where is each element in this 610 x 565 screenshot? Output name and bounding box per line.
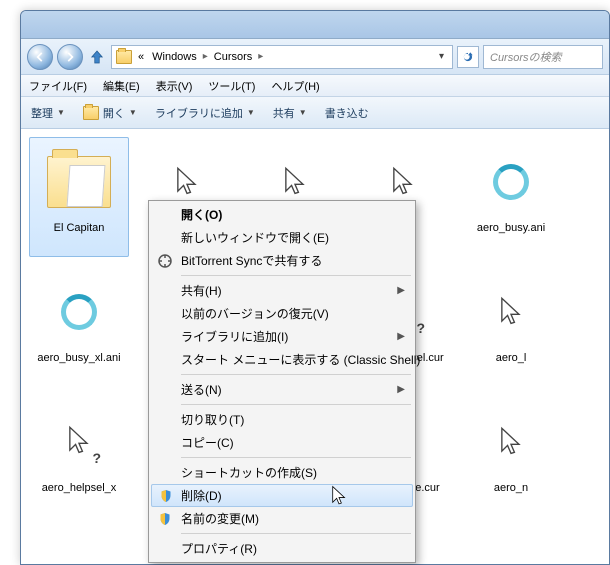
addlib-button[interactable]: ライブラリに追加 ▼ xyxy=(155,105,255,121)
open-button[interactable]: 開く ▼ xyxy=(83,105,137,121)
ctx-copy[interactable]: コピー(C) xyxy=(151,431,413,454)
submenu-arrow-icon: ▶ xyxy=(397,285,405,296)
ctx-restore[interactable]: 以前のバージョンの復元(V) xyxy=(151,302,413,325)
busy-ring-icon xyxy=(493,164,529,200)
menu-edit[interactable]: 編集(E) xyxy=(103,78,140,94)
file-item[interactable]: aero_l xyxy=(461,267,561,387)
address-dropdown[interactable]: ▾ xyxy=(435,51,448,62)
file-label: El Capitan xyxy=(50,222,109,235)
up-button[interactable] xyxy=(87,47,107,67)
ctx-btsync[interactable]: BitTorrent Syncで共有する xyxy=(151,249,413,272)
shield-icon xyxy=(158,488,174,504)
file-item[interactable]: El Capitan xyxy=(29,137,129,257)
refresh-button[interactable] xyxy=(457,46,479,68)
ctx-shortcut[interactable]: ショートカットの作成(S) xyxy=(151,461,413,484)
cursor-arrow-icon xyxy=(175,166,199,198)
ctx-props[interactable]: プロパティ(R) xyxy=(151,537,413,560)
search-placeholder: Cursorsの検索 xyxy=(490,49,562,65)
refresh-icon xyxy=(461,50,475,64)
search-input[interactable]: Cursorsの検索 xyxy=(483,45,603,69)
ctx-open-newwin[interactable]: 新しいウィンドウで開く(E) xyxy=(151,226,413,249)
file-label: aero_busy.ani xyxy=(473,222,549,235)
titlebar[interactable] xyxy=(21,11,609,39)
cursor-arrow-icon xyxy=(391,166,415,198)
menu-help[interactable]: ヘルプ(H) xyxy=(271,78,319,94)
cursor-arrow-icon xyxy=(499,296,523,328)
file-item[interactable]: aero_busy.ani xyxy=(461,137,561,257)
share-button[interactable]: 共有 ▼ xyxy=(273,105,307,121)
sync-icon xyxy=(157,253,173,269)
address-bar[interactable]: « Windows ▸ Cursors ▸ ▾ xyxy=(111,45,453,69)
arrow-right-icon xyxy=(63,50,77,64)
folder-icon xyxy=(116,50,132,64)
folder-icon xyxy=(83,106,99,120)
ctx-delete[interactable]: 削除(D) xyxy=(151,484,413,507)
arrow-up-icon xyxy=(88,48,106,66)
file-label: aero_helpsel_x xyxy=(38,482,121,495)
breadcrumb-item[interactable]: Cursors xyxy=(212,51,255,63)
ctx-cut[interactable]: 切り取り(T) xyxy=(151,408,413,431)
file-item[interactable]: ? aero_helpsel_x xyxy=(29,397,129,517)
file-label: aero_n xyxy=(490,482,532,495)
folder-icon xyxy=(47,156,111,208)
submenu-arrow-icon: ▶ xyxy=(397,384,405,395)
navbar: « Windows ▸ Cursors ▸ ▾ Cursorsの検索 xyxy=(21,39,609,75)
file-label: aero_busy_xl.ani xyxy=(33,352,124,365)
file-item[interactable]: aero_busy_xl.ani xyxy=(29,267,129,387)
organize-button[interactable]: 整理 ▼ xyxy=(31,105,65,121)
file-item[interactable]: aero_n xyxy=(461,397,561,517)
menu-view[interactable]: 表示(V) xyxy=(156,78,193,94)
ctx-open[interactable]: 開く(O) xyxy=(151,203,413,226)
back-button[interactable] xyxy=(27,44,53,70)
forward-button[interactable] xyxy=(57,44,83,70)
ctx-addlib[interactable]: ライブラリに追加(I)▶ xyxy=(151,325,413,348)
context-menu: 開く(O) 新しいウィンドウで開く(E) BitTorrent Syncで共有す… xyxy=(148,200,416,563)
shield-icon xyxy=(157,511,173,527)
ctx-send[interactable]: 送る(N)▶ xyxy=(151,378,413,401)
help-cursor-icon: ? xyxy=(67,425,91,460)
chevron-right-icon[interactable]: ▸ xyxy=(203,51,208,62)
busy-ring-icon xyxy=(61,294,97,330)
menu-file[interactable]: ファイル(F) xyxy=(29,78,87,94)
menubar: ファイル(F) 編集(E) 表示(V) ツール(T) ヘルプ(H) xyxy=(21,75,609,97)
file-label: aero_l xyxy=(492,352,531,365)
breadcrumb-prefix: « xyxy=(136,51,146,63)
toolbar: 整理 ▼ 開く ▼ ライブラリに追加 ▼ 共有 ▼ 書き込む xyxy=(21,97,609,129)
arrow-left-icon xyxy=(33,50,47,64)
ctx-rename[interactable]: 名前の変更(M) xyxy=(151,507,413,530)
cursor-arrow-icon xyxy=(283,166,307,198)
chevron-right-icon[interactable]: ▸ xyxy=(258,51,263,62)
menu-tools[interactable]: ツール(T) xyxy=(208,78,255,94)
ctx-share[interactable]: 共有(H)▶ xyxy=(151,279,413,302)
write-button[interactable]: 書き込む xyxy=(325,105,369,121)
cursor-arrow-icon xyxy=(499,426,523,458)
ctx-startmenu[interactable]: スタート メニューに表示する (Classic Shell) xyxy=(151,348,413,371)
submenu-arrow-icon: ▶ xyxy=(397,331,405,342)
breadcrumb-item[interactable]: Windows xyxy=(150,51,199,63)
